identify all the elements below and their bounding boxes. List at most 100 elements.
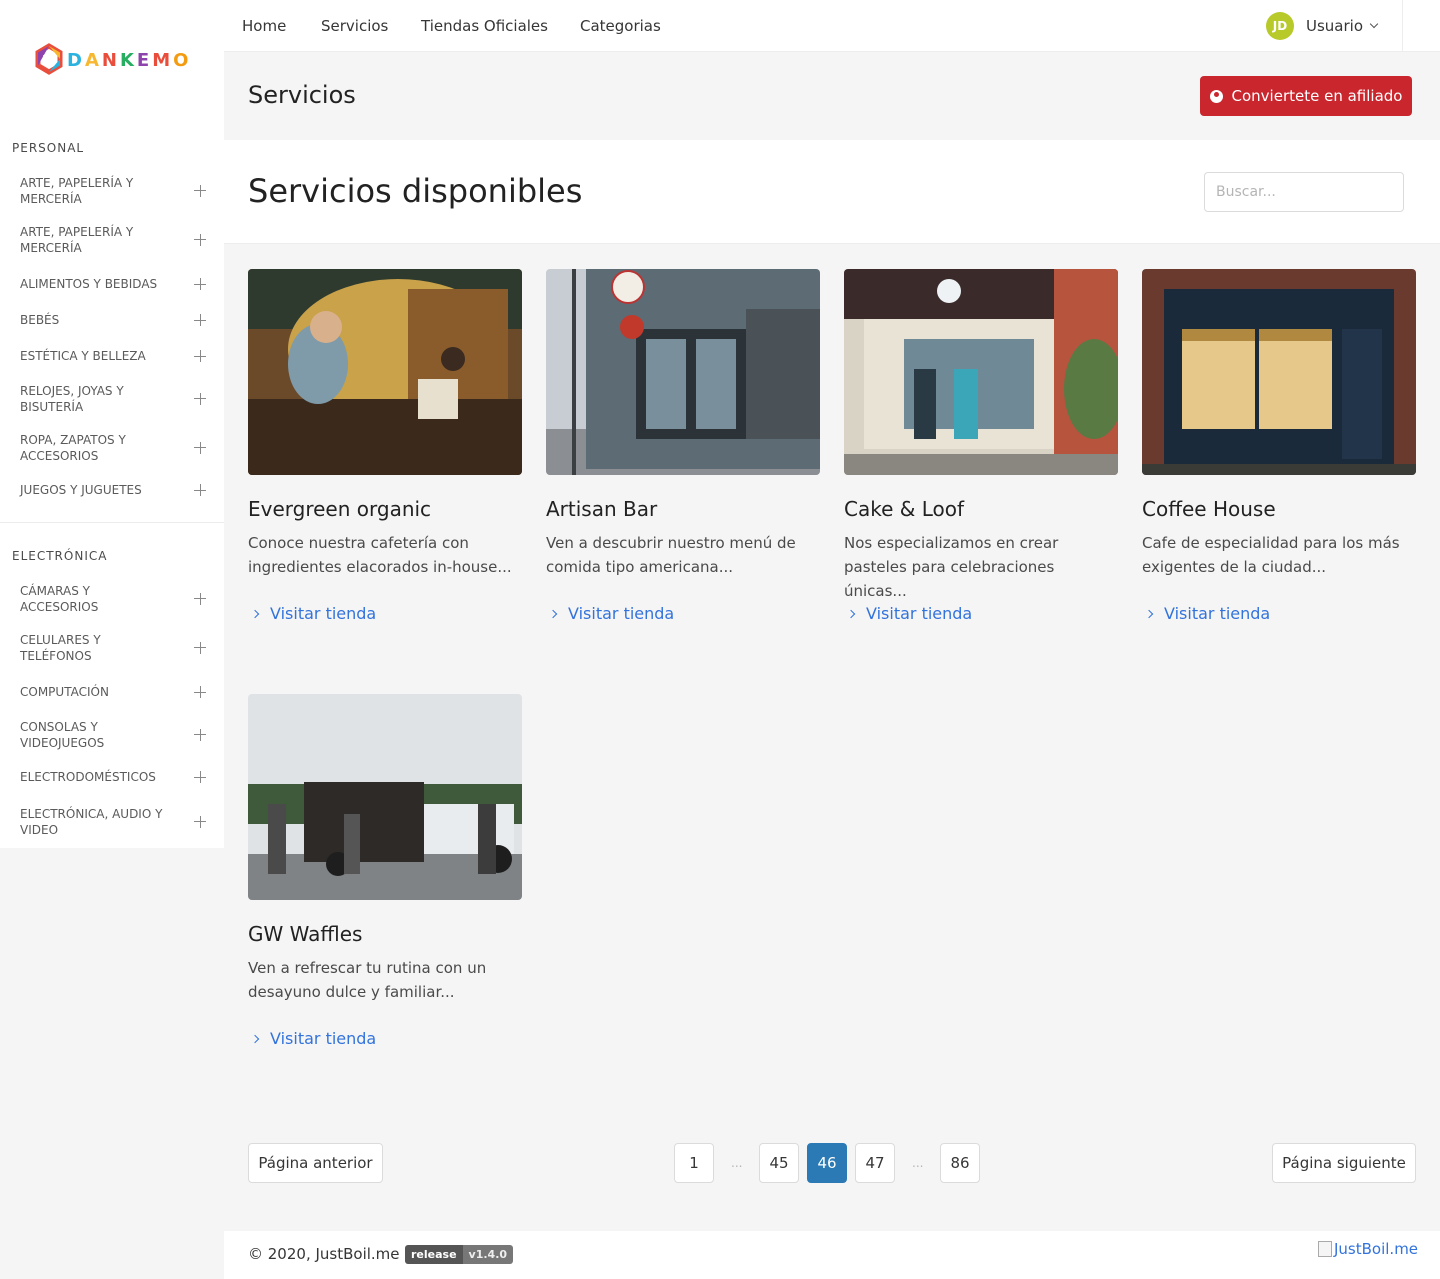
sidebar-item[interactable]: Consolas y videojuegos — [0, 710, 224, 759]
plus-icon[interactable] — [194, 815, 206, 828]
page-button[interactable]: 47 — [855, 1143, 895, 1183]
sidebar-item[interactable]: Celulares y teléfonos — [0, 621, 224, 674]
plus-icon[interactable] — [194, 686, 206, 698]
plus-icon[interactable] — [194, 184, 206, 197]
current-page-button[interactable]: 46 — [807, 1143, 847, 1183]
service-image[interactable] — [248, 694, 522, 900]
sidebar-item[interactable]: Estética y belleza — [0, 338, 224, 374]
sidebar-item-label: Cámaras y accesorios — [20, 583, 99, 614]
sidebar-item-label: Electrónica, audio y video — [20, 806, 163, 837]
visit-store-link[interactable]: Visitar tienda — [1142, 604, 1416, 623]
chevron-down-icon — [1369, 19, 1379, 29]
sidebar-item[interactable]: Electrónica, audio y video — [0, 795, 224, 848]
service-name: Artisan Bar — [546, 497, 658, 521]
service-description: Ven a descubrir nuestro menú de comida t… — [546, 534, 796, 576]
sidebar-item[interactable]: Alimentos y bebidas — [0, 266, 224, 302]
page-button[interactable]: 45 — [759, 1143, 799, 1183]
copyright: © 2020, JustBoil.me — [248, 1245, 400, 1263]
section-title: Servicios disponibles — [248, 172, 583, 210]
link-label: Visitar tienda — [270, 1029, 377, 1048]
service-image[interactable] — [844, 269, 1118, 475]
nav-link-tiendas-oficiales[interactable]: Tiendas Oficiales — [421, 0, 548, 52]
plus-icon[interactable] — [194, 592, 206, 605]
visit-store-link[interactable]: Visitar tienda — [546, 604, 820, 623]
brand-alt-text: JustBoil.me — [1334, 1240, 1419, 1258]
nav-link-servicios[interactable]: Servicios — [321, 0, 388, 52]
next-page-button[interactable]: Página siguiente — [1272, 1143, 1416, 1183]
visit-store-link[interactable]: Visitar tienda — [248, 604, 522, 623]
sidebar-item[interactable]: Electrodomésticos — [0, 759, 224, 795]
service-name: Cake & Loof — [844, 497, 965, 521]
menu-section-electronica: ELECTRÓNICA Cámaras y accesorios Celular… — [0, 523, 224, 848]
sidebar-item-label: Juegos y juguetes — [20, 483, 142, 497]
search-input[interactable] — [1204, 172, 1404, 212]
sidebar-item-label: Estética y belleza — [20, 349, 146, 363]
page-button[interactable]: 86 — [940, 1143, 980, 1183]
user-menu[interactable]: JD Usuario — [1266, 0, 1379, 52]
badge-value: v1.4.0 — [462, 1245, 514, 1264]
sidebar-item[interactable]: Computación — [0, 674, 224, 710]
title-bar: Servicios Conviertete en afiliado — [224, 53, 1440, 140]
become-affiliate-button[interactable]: Conviertete en afiliado — [1200, 76, 1412, 116]
sidebar-item-label: Alimentos y bebidas — [20, 277, 158, 291]
menu-label: ELECTRÓNICA — [12, 549, 108, 563]
plus-icon[interactable] — [194, 278, 206, 290]
sidebar-item-label: Electrodomésticos — [20, 770, 156, 784]
sidebar-item[interactable]: Ropa, zapatos y accesorios — [0, 423, 224, 472]
service-image[interactable] — [1142, 269, 1416, 475]
link-label: Visitar tienda — [866, 604, 973, 623]
service-card[interactable]: Coffee House Cafe de especialidad para l… — [1142, 269, 1416, 623]
plus-icon[interactable] — [194, 392, 206, 405]
service-name: Evergreen organic — [248, 497, 432, 521]
previous-page-button[interactable]: Página anterior — [248, 1143, 383, 1183]
nav-link-home[interactable]: Home — [242, 0, 286, 52]
service-card[interactable]: Evergreen organic Conoce nuestra cafeter… — [248, 269, 522, 623]
page-title: Servicios — [248, 81, 356, 109]
plus-icon[interactable] — [194, 441, 206, 454]
plus-icon[interactable] — [194, 350, 206, 362]
sidebar-item[interactable]: Arte, papelería y mercería — [0, 168, 224, 213]
service-description: Conoce nuestra cafetería con ingrediente… — [248, 534, 512, 576]
hero: Servicios disponibles — [224, 140, 1440, 244]
logo[interactable]: DANKEMO — [0, 0, 224, 120]
plus-icon[interactable] — [194, 233, 206, 246]
footer-brand-link[interactable]: JustBoil.me — [1318, 1240, 1418, 1258]
service-image[interactable] — [546, 269, 820, 475]
pagination-ellipsis: ... — [912, 1156, 924, 1170]
link-label: Visitar tienda — [1164, 604, 1271, 623]
service-image[interactable] — [248, 269, 522, 475]
user-circle-icon — [1209, 89, 1223, 103]
plus-icon[interactable] — [194, 641, 206, 654]
plus-icon[interactable] — [194, 484, 206, 496]
nav-link-categorias[interactable]: Categorias — [580, 0, 661, 52]
service-card[interactable]: Artisan Bar Ven a descubrir nuestro menú… — [546, 269, 820, 623]
visit-store-link[interactable]: Visitar tienda — [844, 604, 1118, 623]
plus-icon[interactable] — [194, 728, 206, 741]
sidebar-item-label: Consolas y videojuegos — [20, 719, 105, 750]
sidebar-item[interactable]: Relojes, joyas y bisutería — [0, 374, 224, 423]
plus-icon[interactable] — [194, 771, 206, 783]
button-label: Conviertete en afiliado — [1231, 87, 1403, 105]
pagination-ellipsis: ... — [731, 1156, 743, 1170]
sidebar-item[interactable]: Juegos y juguetes — [0, 472, 224, 508]
visit-store-link[interactable]: Visitar tienda — [248, 1029, 522, 1048]
service-card[interactable]: Cake & Loof Nos especializamos en crear … — [844, 269, 1118, 623]
svg-text:DANKEMO: DANKEMO — [67, 50, 189, 71]
sidebar-item[interactable]: Cámaras y accesorios — [0, 576, 224, 621]
link-label: Visitar tienda — [568, 604, 675, 623]
service-description: Ven a refrescar tu rutina con un desayun… — [248, 959, 487, 1001]
chevron-right-icon — [548, 609, 558, 618]
service-name: GW Waffles — [248, 922, 363, 946]
page-button[interactable]: 1 — [674, 1143, 714, 1183]
service-card[interactable]: GW Waffles Ven a refrescar tu rutina con… — [248, 694, 522, 1048]
sidebar-item[interactable]: Bebés — [0, 302, 224, 338]
sidebar-item[interactable]: Arte, papelería y mercería — [0, 213, 224, 266]
sidebar-item-label: Arte, papelería y mercería — [20, 224, 134, 255]
sidebar-item-label: Celulares y teléfonos — [20, 632, 101, 663]
top-navbar: Home Servicios Tiendas Oficiales Categor… — [224, 0, 1440, 52]
badge-key: release — [405, 1245, 463, 1264]
sidebar-item-label: Computación — [20, 685, 109, 699]
sidebar-item-label: Ropa, zapatos y accesorios — [20, 432, 126, 463]
footer: © 2020, JustBoil.me release v1.4.0 JustB… — [224, 1231, 1440, 1279]
plus-icon[interactable] — [194, 314, 206, 326]
